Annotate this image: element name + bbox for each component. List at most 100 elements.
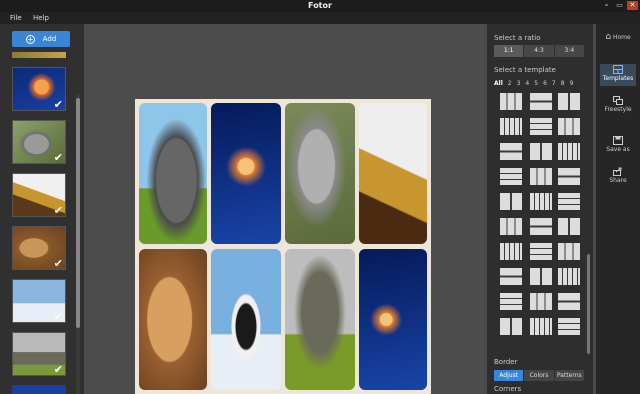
- filter-all[interactable]: All: [494, 80, 503, 87]
- filter-9[interactable]: 9: [570, 80, 574, 87]
- filter-7[interactable]: 7: [552, 80, 556, 87]
- check-icon[interactable]: ✔: [54, 311, 63, 322]
- left-scrollbar[interactable]: [76, 94, 80, 394]
- tab-adjust[interactable]: Adjust: [494, 370, 524, 381]
- main-sidebar: ⌂ Home Templates Freestyle Save as Share: [596, 24, 640, 394]
- tab-colors[interactable]: Colors: [524, 370, 554, 381]
- template-thumbnail[interactable]: [529, 167, 553, 186]
- template-thumbnail[interactable]: [499, 217, 523, 236]
- scroll-thumb[interactable]: [76, 98, 80, 328]
- check-icon[interactable]: ✔: [54, 205, 63, 216]
- check-icon[interactable]: ✔: [54, 258, 63, 269]
- filter-3[interactable]: 3: [517, 80, 521, 87]
- template-thumbnail[interactable]: [529, 192, 553, 211]
- template-thumbnail[interactable]: [557, 117, 581, 136]
- thumbnail-leopard[interactable]: ✔: [12, 173, 66, 217]
- templates-icon: [613, 65, 623, 74]
- ratio-selector: 1:1 4:3 3:4: [494, 45, 584, 57]
- add-button[interactable]: + Add: [12, 31, 70, 47]
- template-thumbnail[interactable]: [529, 92, 553, 111]
- template-thumbnail[interactable]: [529, 242, 553, 261]
- sidebar-item-home[interactable]: ⌂ Home: [600, 32, 636, 42]
- menu-help[interactable]: Help: [33, 14, 49, 22]
- thumbnail-partial[interactable]: [12, 52, 66, 58]
- template-thumbnail[interactable]: [557, 242, 581, 261]
- template-thumbnail[interactable]: [557, 267, 581, 286]
- filter-2[interactable]: 2: [508, 80, 512, 87]
- template-heading: Select a template: [494, 66, 556, 74]
- sidebar-item-save-as[interactable]: Save as: [600, 136, 636, 153]
- template-thumbnail[interactable]: [529, 317, 553, 336]
- collage-cell-penguins[interactable]: [211, 249, 281, 390]
- thumbnail-partial[interactable]: [12, 385, 66, 394]
- sidebar-item-templates[interactable]: Templates: [600, 64, 636, 86]
- close-button[interactable]: ✕: [627, 1, 638, 10]
- border-heading: Border: [494, 358, 518, 366]
- template-thumbnail[interactable]: [499, 267, 523, 286]
- sidebar-item-freestyle[interactable]: Freestyle: [600, 96, 636, 113]
- ratio-3-4[interactable]: 3:4: [554, 45, 584, 57]
- ratio-heading: Select a ratio: [494, 34, 541, 42]
- restore-button[interactable]: ▭: [614, 1, 625, 10]
- template-filter: All 2 3 4 5 6 7 8 9: [494, 80, 573, 87]
- filter-6[interactable]: 6: [543, 80, 547, 87]
- filter-8[interactable]: 8: [561, 80, 565, 87]
- template-thumbnail[interactable]: [499, 117, 523, 136]
- thumbnail-lions[interactable]: ✔: [12, 226, 66, 270]
- thumbnail-elephant[interactable]: ✔: [12, 332, 66, 376]
- menu-file[interactable]: File: [10, 14, 22, 22]
- thumbnail-jellyfish[interactable]: ✔: [12, 67, 66, 111]
- collage-cell-lions[interactable]: [139, 249, 207, 390]
- template-thumbnail[interactable]: [499, 317, 523, 336]
- thumbnail-koala[interactable]: ✔: [12, 120, 66, 164]
- template-thumbnail[interactable]: [557, 217, 581, 236]
- collage-cell-elephant[interactable]: [139, 103, 207, 244]
- sidebar-templates-label: Templates: [602, 75, 634, 82]
- collage-cell-leopard[interactable]: [359, 103, 427, 244]
- add-label: Add: [42, 35, 57, 43]
- thumbnail-penguins[interactable]: ✔: [12, 279, 66, 323]
- template-thumbnail[interactable]: [499, 142, 523, 161]
- home-icon: ⌂: [605, 32, 612, 42]
- collage-cell-elephant-2[interactable]: [285, 249, 355, 390]
- template-thumbnail[interactable]: [499, 92, 523, 111]
- template-thumbnail[interactable]: [499, 292, 523, 311]
- check-icon[interactable]: ✔: [54, 364, 63, 375]
- collage-cell-koala[interactable]: [285, 103, 355, 244]
- corners-label: Corners: [494, 385, 522, 393]
- sidebar-home-label: Home: [612, 34, 631, 41]
- collage[interactable]: [135, 99, 431, 394]
- template-thumbnail[interactable]: [557, 92, 581, 111]
- template-thumbnail[interactable]: [499, 167, 523, 186]
- filter-5[interactable]: 5: [534, 80, 538, 87]
- template-thumbnail[interactable]: [557, 292, 581, 311]
- check-icon[interactable]: ✔: [54, 99, 63, 110]
- template-thumbnail[interactable]: [499, 242, 523, 261]
- template-thumbnail[interactable]: [529, 142, 553, 161]
- template-thumbnail[interactable]: [557, 142, 581, 161]
- collage-cell-jellyfish[interactable]: [211, 103, 281, 244]
- template-thumbnail[interactable]: [557, 167, 581, 186]
- template-thumbnail[interactable]: [557, 317, 581, 336]
- tab-patterns[interactable]: Patterns: [554, 370, 584, 381]
- sidebar-save-label: Save as: [606, 146, 630, 153]
- save-icon: [613, 136, 623, 145]
- template-thumbnail[interactable]: [499, 192, 523, 211]
- minimize-button[interactable]: –: [601, 1, 612, 10]
- collage-cell-jellyfish-2[interactable]: [359, 249, 427, 390]
- ratio-4-3[interactable]: 4:3: [524, 45, 554, 57]
- template-thumbnail[interactable]: [529, 117, 553, 136]
- template-thumbnail[interactable]: [529, 217, 553, 236]
- template-thumbnail[interactable]: [557, 192, 581, 211]
- menu-bar: File Help: [0, 12, 640, 24]
- template-thumbnail[interactable]: [529, 267, 553, 286]
- check-icon[interactable]: ✔: [54, 152, 63, 163]
- app-title: Fotor: [308, 1, 332, 10]
- templates-panel: Select a ratio 1:1 4:3 3:4 Select a temp…: [487, 24, 593, 394]
- ratio-1-1[interactable]: 1:1: [494, 45, 524, 57]
- sidebar-freestyle-label: Freestyle: [604, 106, 632, 113]
- filter-4[interactable]: 4: [525, 80, 529, 87]
- template-thumbnail[interactable]: [529, 292, 553, 311]
- sidebar-item-share[interactable]: Share: [600, 167, 636, 184]
- templates-scrollbar[interactable]: [587, 254, 590, 354]
